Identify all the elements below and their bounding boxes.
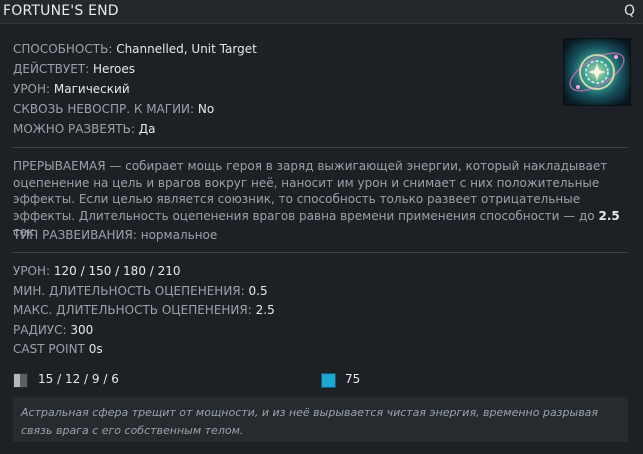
- attr-label: МОЖНО РАЗВЕЯТЬ:: [13, 122, 135, 136]
- attr-value: Да: [138, 122, 156, 136]
- tooltip-header: FORTUNE'S END Q: [0, 0, 643, 24]
- cooldown-value: 15 / 12 / 9 / 6: [38, 372, 119, 386]
- stat-value: 300: [70, 322, 94, 337]
- stat-value: 0.5: [248, 283, 268, 298]
- stat-damage: УРОН: 120 / 150 / 180 / 210: [13, 264, 275, 284]
- description-duration-value: 2.5: [598, 208, 620, 223]
- description-text: ПРЕРЫВАЕМАЯ — собирает мощь героя в заря…: [13, 159, 608, 223]
- ability-tooltip: FORTUNE'S END Q СПОСОБНОСТЬ: Channelled,…: [0, 0, 643, 454]
- divider: [13, 147, 628, 148]
- ability-name: FORTUNE'S END: [3, 3, 119, 19]
- stat-label: УРОН:: [13, 264, 51, 278]
- ability-stats: УРОН: 120 / 150 / 180 / 210 МИН. ДЛИТЕЛЬ…: [13, 264, 275, 362]
- stat-min-stun: МИН. ДЛИТЕЛЬНОСТЬ ОЦЕПЕНЕНИЯ: 0.5: [13, 284, 275, 304]
- attr-pierces-immunity: СКВОЗЬ НЕВОСПР. К МАГИИ: No: [13, 102, 257, 122]
- stat-label: МИН. ДЛИТЕЛЬНОСТЬ ОЦЕПЕНЕНИЯ:: [13, 283, 245, 298]
- attr-value: No: [197, 102, 215, 116]
- stat-cast-point: CAST POINT 0s: [13, 342, 275, 362]
- attr-label: УРОН:: [13, 82, 51, 96]
- stat-label: CAST POINT: [13, 342, 85, 357]
- ability-attributes: СПОСОБНОСТЬ: Channelled, Unit Target ДЕЙ…: [13, 42, 257, 142]
- cooldown-icon: [13, 373, 28, 388]
- attr-affects: ДЕЙСТВУЕТ: Heroes: [13, 62, 257, 82]
- dispel-label: ТИП РАЗВЕИВАНИЯ:: [13, 228, 137, 242]
- stat-value: 120 / 150 / 180 / 210: [53, 264, 181, 278]
- attr-label: СПОСОБНОСТЬ:: [13, 42, 113, 56]
- attr-label: СКВОЗЬ НЕВОСПР. К МАГИИ:: [13, 102, 195, 116]
- fortunes-end-orb-icon: [563, 38, 631, 106]
- stat-value: 2.5: [255, 303, 275, 318]
- stat-value: 0s: [88, 342, 103, 357]
- lore-text: Астральная сфера трещит от мощности, и и…: [21, 406, 599, 437]
- ability-costs: 15 / 12 / 9 / 6 75: [13, 372, 628, 390]
- dispel-type: ТИП РАЗВЕИВАНИЯ: нормальное: [13, 228, 217, 242]
- mana-cost-value: 75: [345, 372, 361, 386]
- lore-box: Астральная сфера трещит от мощности, и и…: [13, 397, 628, 442]
- stat-radius: РАДИУС: 300: [13, 323, 275, 343]
- attr-value: Heroes: [92, 62, 136, 76]
- attr-damage-type: УРОН: Магический: [13, 82, 257, 102]
- attr-ability-type: СПОСОБНОСТЬ: Channelled, Unit Target: [13, 42, 257, 62]
- dispel-value: нормальное: [140, 228, 218, 242]
- attr-dispellable: МОЖНО РАЗВЕЯТЬ: Да: [13, 122, 257, 142]
- ability-hotkey: Q: [623, 3, 635, 19]
- attr-value: Магический: [53, 82, 130, 96]
- stat-label: МАКС. ДЛИТЕЛЬНОСТЬ ОЦЕПЕНЕНИЯ:: [13, 303, 252, 318]
- attr-value: Channelled, Unit Target: [116, 42, 257, 56]
- attr-label: ДЕЙСТВУЕТ:: [13, 62, 90, 76]
- stat-label: РАДИУС:: [13, 322, 67, 337]
- divider: [13, 252, 628, 253]
- mana-icon: [321, 373, 336, 388]
- stat-max-stun: МАКС. ДЛИТЕЛЬНОСТЬ ОЦЕПЕНЕНИЯ: 2.5: [13, 303, 275, 323]
